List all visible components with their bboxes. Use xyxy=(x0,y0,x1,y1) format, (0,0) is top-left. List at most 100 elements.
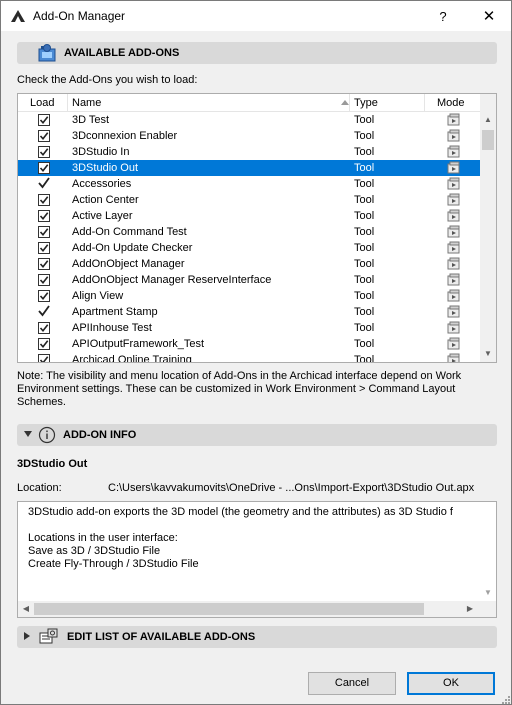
close-button[interactable]: ✕ xyxy=(477,7,501,27)
scroll-up-arrow-icon[interactable]: ▲ xyxy=(480,112,496,128)
add-on-type: Tool xyxy=(354,162,375,174)
scroll-down-arrow-icon[interactable]: ▼ xyxy=(480,585,496,601)
load-checkbox[interactable] xyxy=(38,338,50,350)
add-on-row[interactable]: Align View Tool xyxy=(18,288,480,304)
load-mode-icon[interactable] xyxy=(447,257,461,271)
load-mode-icon[interactable] xyxy=(447,353,461,363)
scroll-thumb[interactable] xyxy=(34,603,424,615)
load-checkbox[interactable] xyxy=(38,146,50,158)
help-button[interactable]: ? xyxy=(433,7,453,27)
title-bar: Add-On Manager ? ✕ xyxy=(1,1,511,31)
add-on-row[interactable]: 3D Test Tool xyxy=(18,112,480,128)
description-line: Save as 3D / 3DStudio File xyxy=(28,545,161,557)
description-line: Create Fly-Through / 3DStudio File xyxy=(28,558,199,570)
add-on-row[interactable]: 3DStudio Out Tool xyxy=(18,160,480,176)
load-mode-icon[interactable] xyxy=(447,193,461,207)
load-mode-icon[interactable] xyxy=(447,289,461,303)
add-ons-list[interactable]: Load Name Type Mode 3D Test Tool 3Dconnexi… xyxy=(17,93,497,363)
checkmark-icon[interactable] xyxy=(37,176,51,190)
scroll-right-arrow-icon[interactable]: ▶ xyxy=(462,601,478,617)
list-vertical-scrollbar[interactable]: ▲ ▼ xyxy=(480,94,496,362)
add-on-row[interactable]: Apartment Stamp Tool xyxy=(18,304,480,320)
load-mode-icon[interactable] xyxy=(447,129,461,143)
add-on-row[interactable]: Add-On Command Test Tool xyxy=(18,224,480,240)
add-on-row[interactable]: APIInhouse Test Tool xyxy=(18,320,480,336)
add-on-row[interactable]: AddOnObject Manager ReserveInterface Tool xyxy=(18,272,480,288)
load-mode-icon[interactable] xyxy=(447,225,461,239)
load-checkbox[interactable] xyxy=(38,226,50,238)
ok-button[interactable]: OK xyxy=(407,672,495,695)
load-mode-icon[interactable] xyxy=(447,305,461,319)
load-mode-icon[interactable] xyxy=(447,145,461,159)
load-checkbox[interactable] xyxy=(38,162,50,174)
add-on-name: 3Dconnexion Enabler xyxy=(72,130,178,142)
load-checkbox[interactable] xyxy=(38,258,50,270)
add-on-info-header[interactable]: ADD-ON INFO xyxy=(17,424,497,446)
load-checkbox[interactable] xyxy=(38,114,50,126)
add-on-name: Action Center xyxy=(72,194,139,206)
load-checkbox[interactable] xyxy=(38,274,50,286)
add-on-name: 3DStudio In xyxy=(72,146,130,158)
add-on-name: APIInhouse Test xyxy=(72,322,152,334)
add-on-name: Add-On Command Test xyxy=(72,226,187,238)
description-box[interactable]: 3DStudio add-on exports the 3D model (th… xyxy=(17,501,497,618)
available-add-ons-title: AVAILABLE ADD-ONS xyxy=(64,47,180,59)
load-checkbox[interactable] xyxy=(38,210,50,222)
column-load[interactable]: Load xyxy=(30,97,54,109)
load-mode-icon[interactable] xyxy=(447,241,461,255)
sort-ascending-icon xyxy=(341,100,349,105)
add-on-name: AddOnObject Manager xyxy=(72,258,185,270)
load-mode-icon[interactable] xyxy=(447,113,461,127)
add-on-row[interactable]: 3DStudio In Tool xyxy=(18,144,480,160)
add-on-row[interactable]: Active Layer Tool xyxy=(18,208,480,224)
add-on-name: Align View xyxy=(72,290,124,302)
load-mode-icon[interactable] xyxy=(447,209,461,223)
add-on-row[interactable]: Action Center Tool xyxy=(18,192,480,208)
load-mode-icon[interactable] xyxy=(447,177,461,191)
add-on-row[interactable]: Archicad Online Training Tool xyxy=(18,352,480,363)
add-on-row[interactable]: AddOnObject Manager Tool xyxy=(18,256,480,272)
load-mode-icon[interactable] xyxy=(447,321,461,335)
load-mode-icon[interactable] xyxy=(447,273,461,287)
column-separator xyxy=(67,94,68,112)
instruction-text: Check the Add-Ons you wish to load: xyxy=(17,74,198,86)
load-checkbox[interactable] xyxy=(38,354,50,362)
scroll-down-arrow-icon[interactable]: ▼ xyxy=(480,346,496,362)
load-checkbox[interactable] xyxy=(38,242,50,254)
add-on-name: Active Layer xyxy=(72,210,133,222)
column-type[interactable]: Type xyxy=(354,97,378,109)
description-vertical-scrollbar[interactable]: ▼ xyxy=(480,502,496,601)
add-on-type: Tool xyxy=(354,306,375,318)
load-checkbox[interactable] xyxy=(38,322,50,334)
load-checkbox[interactable] xyxy=(38,290,50,302)
cancel-button[interactable]: Cancel xyxy=(308,672,396,695)
column-separator xyxy=(424,94,425,112)
add-on-manager-window: Add-On Manager ? ✕ AVAILABLE ADD-ONS Che… xyxy=(0,0,512,705)
add-on-type: Tool xyxy=(354,338,375,350)
column-separator xyxy=(349,94,350,112)
load-mode-icon[interactable] xyxy=(447,337,461,351)
description-horizontal-scrollbar[interactable]: ◀ ▶ xyxy=(18,601,496,617)
load-checkbox[interactable] xyxy=(38,194,50,206)
scroll-thumb[interactable] xyxy=(482,130,494,150)
add-on-name: APIOutputFramework_Test xyxy=(72,338,205,350)
add-on-row[interactable]: Add-On Update Checker Tool xyxy=(18,240,480,256)
column-mode[interactable]: Mode xyxy=(437,97,465,109)
column-name[interactable]: Name xyxy=(72,97,101,109)
add-on-row[interactable]: 3Dconnexion Enabler Tool xyxy=(18,128,480,144)
add-on-row[interactable]: Accessories Tool xyxy=(18,176,480,192)
load-mode-icon[interactable] xyxy=(447,161,461,175)
available-add-ons-header[interactable]: AVAILABLE ADD-ONS xyxy=(17,42,497,64)
edit-list-header[interactable]: EDIT LIST OF AVAILABLE ADD-ONS xyxy=(17,626,497,648)
load-checkbox[interactable] xyxy=(38,130,50,142)
description-line: 3DStudio add-on exports the 3D model (th… xyxy=(28,506,453,518)
checkmark-icon[interactable] xyxy=(37,304,51,318)
add-on-type: Tool xyxy=(354,290,375,302)
resize-grip-icon[interactable] xyxy=(501,695,511,705)
add-on-row[interactable]: APIOutputFramework_Test Tool xyxy=(18,336,480,352)
expand-triangle-icon xyxy=(24,632,30,640)
description-line: Locations in the user interface: xyxy=(28,532,178,544)
scroll-left-arrow-icon[interactable]: ◀ xyxy=(18,601,34,617)
info-circle-icon xyxy=(38,426,56,444)
add-on-type: Tool xyxy=(354,242,375,254)
